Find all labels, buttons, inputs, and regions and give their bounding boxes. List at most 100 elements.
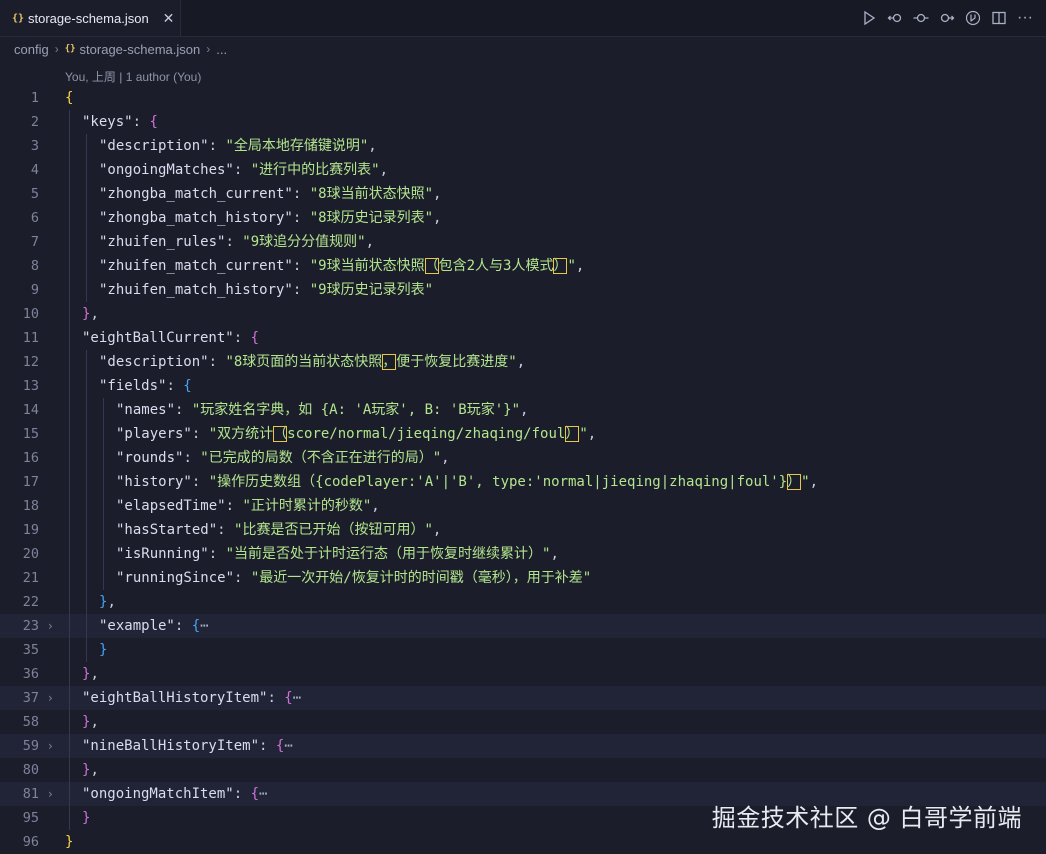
fold-chevron-icon[interactable]: › bbox=[48, 614, 60, 638]
code-line[interactable]: 17 "history": "操作历史数组（{codePlayer:'A'|'B'… bbox=[0, 470, 1046, 494]
code-line[interactable]: 36}, bbox=[0, 662, 1046, 686]
indent-guide bbox=[103, 494, 104, 518]
line-number: 7 bbox=[30, 234, 39, 250]
indent-guide bbox=[103, 518, 104, 542]
breadcrumb-folder[interactable]: config bbox=[14, 42, 49, 57]
code-token: "8球页面的当前状态快照 bbox=[225, 354, 383, 370]
code-text: "description": "8球页面的当前状态快照，便于恢复比赛进度", bbox=[99, 350, 525, 374]
code-token: "当前是否处于计时运行态（用于恢复时继续累计）" bbox=[225, 546, 551, 562]
breadcrumb-more[interactable]: ... bbox=[216, 42, 227, 57]
code-token: , bbox=[432, 522, 442, 538]
code-token: " bbox=[579, 426, 588, 442]
chevron-right-icon: › bbox=[206, 42, 211, 56]
code-editor[interactable]: 1{2 "keys": {3 "description": "全局本地存储键说明",… bbox=[0, 86, 1046, 854]
code-token: , bbox=[379, 162, 389, 178]
code-line[interactable]: 9 "zhuifen_match_history": "9球历史记录列表" bbox=[0, 278, 1046, 302]
code-line[interactable]: 59 › "nineBallHistoryItem": {⋯ bbox=[0, 734, 1046, 758]
code-text: "rounds": "已完成的局数（不含正在进行的局）", bbox=[116, 446, 450, 470]
indent-guide bbox=[86, 230, 87, 254]
code-line[interactable]: 19 "hasStarted": "比赛是否已开始（按钮可用）", bbox=[0, 518, 1046, 542]
editor-toolbar: ··· bbox=[856, 0, 1038, 36]
fold-chevron-icon[interactable]: › bbox=[48, 734, 60, 758]
line-number: 19 bbox=[22, 522, 39, 538]
close-icon[interactable]: ✕ bbox=[163, 10, 175, 27]
code-token: "nineBallHistoryItem" bbox=[82, 738, 260, 754]
code-token: "zhongba_match_current" bbox=[99, 186, 293, 202]
code-line[interactable]: 58}, bbox=[0, 710, 1046, 734]
code-line[interactable]: 8 "zhuifen_match_current": "9球当前状态快照（包含2人… bbox=[0, 254, 1046, 278]
code-token: , bbox=[441, 450, 450, 466]
line-number: 80 bbox=[22, 762, 39, 778]
code-token: "zhongba_match_history" bbox=[99, 210, 293, 226]
indent-guide bbox=[69, 494, 70, 518]
line-number: 4 bbox=[30, 162, 39, 178]
git-compare-icon[interactable] bbox=[960, 5, 986, 31]
fold-chevron-icon[interactable]: › bbox=[48, 782, 60, 806]
code-token: : bbox=[292, 210, 310, 226]
go-forward-icon[interactable] bbox=[934, 5, 960, 31]
code-line[interactable]: 15 "players": "双方统计（score/normal/jieqing/… bbox=[0, 422, 1046, 446]
code-text: "zhuifen_match_current": "9球当前状态快照（包含2人与… bbox=[99, 254, 584, 278]
code-token: , bbox=[107, 594, 116, 610]
code-line[interactable]: 14 "names": "玩家姓名字典，如 {A: 'A玩家', B: 'B玩家'… bbox=[0, 398, 1046, 422]
code-token: ⋯ bbox=[259, 786, 268, 802]
code-line[interactable]: 16 "rounds": "已完成的局数（不含正在进行的局）", bbox=[0, 446, 1046, 470]
code-token: , bbox=[575, 258, 585, 274]
line-number: 17 bbox=[22, 474, 39, 490]
tab-storage-schema[interactable]: {} storage-schema.json ✕ bbox=[0, 0, 181, 36]
code-token: , bbox=[433, 186, 442, 202]
code-line[interactable]: 21 "runningSince": "最近一次开始/恢复计时的时间戳（毫秒），用… bbox=[0, 566, 1046, 590]
indent-guide bbox=[69, 782, 70, 806]
code-token: : bbox=[175, 402, 192, 418]
more-actions-icon[interactable]: ··· bbox=[1012, 5, 1038, 31]
code-line[interactable]: 4 "ongoingMatches": "进行中的比赛列表", bbox=[0, 158, 1046, 182]
code-line[interactable]: 7 "zhuifen_rules": "9球追分分值规则", bbox=[0, 230, 1046, 254]
indent-guide bbox=[86, 542, 87, 566]
git-blame-codelens[interactable]: You, 上周 | 1 author (You) bbox=[65, 68, 201, 85]
code-token: : bbox=[292, 282, 310, 298]
code-line[interactable]: 1{ bbox=[0, 86, 1046, 110]
code-token: 包含2人与3人模式 bbox=[438, 258, 554, 274]
run-icon[interactable] bbox=[856, 5, 882, 31]
code-line[interactable]: 37 › "eightBallHistoryItem": {⋯ bbox=[0, 686, 1046, 710]
code-line[interactable]: 12 "description": "8球页面的当前状态快照，便于恢复比赛进度", bbox=[0, 350, 1046, 374]
code-token: "进行中的比赛列表" bbox=[250, 162, 380, 178]
indent-guide bbox=[86, 374, 87, 398]
code-text: "zhongba_match_current": "8球当前状态快照", bbox=[99, 182, 441, 206]
code-text: "eightBallHistoryItem": {⋯ bbox=[82, 686, 301, 710]
fold-chevron-icon[interactable]: › bbox=[48, 686, 60, 710]
code-token: { bbox=[250, 786, 260, 802]
line-number: 37 bbox=[22, 690, 39, 706]
code-line[interactable]: 3 "description": "全局本地存储键说明", bbox=[0, 134, 1046, 158]
code-line[interactable]: 22}, bbox=[0, 590, 1046, 614]
code-line[interactable]: 2 "keys": { bbox=[0, 110, 1046, 134]
indent-guide bbox=[69, 686, 70, 710]
code-line[interactable]: 96} bbox=[0, 830, 1046, 854]
breadcrumb-file[interactable]: storage-schema.json bbox=[80, 42, 201, 57]
code-token: ） bbox=[565, 426, 580, 442]
code-line[interactable]: 18 "elapsedTime": "正计时累计的秒数", bbox=[0, 494, 1046, 518]
git-commit-icon[interactable] bbox=[908, 5, 934, 31]
indent-guide bbox=[69, 518, 70, 542]
code-token: : bbox=[208, 138, 226, 154]
line-number: 35 bbox=[22, 642, 39, 658]
code-line[interactable]: 20 "isRunning": "当前是否处于计时运行态（用于恢复时继续累计）", bbox=[0, 542, 1046, 566]
code-line[interactable]: 11 "eightBallCurrent": { bbox=[0, 326, 1046, 350]
code-line[interactable]: 5 "zhongba_match_current": "8球当前状态快照", bbox=[0, 182, 1046, 206]
code-line[interactable]: 80}, bbox=[0, 758, 1046, 782]
code-token: "9球追分分值规则" bbox=[242, 234, 366, 250]
code-text: "description": "全局本地存储键说明", bbox=[99, 134, 377, 158]
code-line[interactable]: 13 "fields": { bbox=[0, 374, 1046, 398]
split-editor-icon[interactable] bbox=[986, 5, 1012, 31]
code-line[interactable]: 6 "zhongba_match_history": "8球历史记录列表", bbox=[0, 206, 1046, 230]
go-back-icon[interactable] bbox=[882, 5, 908, 31]
code-text: "nineBallHistoryItem": {⋯ bbox=[82, 734, 293, 758]
indent-guide bbox=[103, 566, 104, 590]
code-line[interactable]: 35} bbox=[0, 638, 1046, 662]
code-line[interactable]: 23 › "example": {⋯ bbox=[0, 614, 1046, 638]
code-token: { bbox=[284, 690, 293, 706]
code-token: "names" bbox=[116, 402, 176, 418]
code-token: : bbox=[174, 618, 192, 634]
code-line[interactable]: 10}, bbox=[0, 302, 1046, 326]
line-number: 12 bbox=[22, 354, 39, 370]
